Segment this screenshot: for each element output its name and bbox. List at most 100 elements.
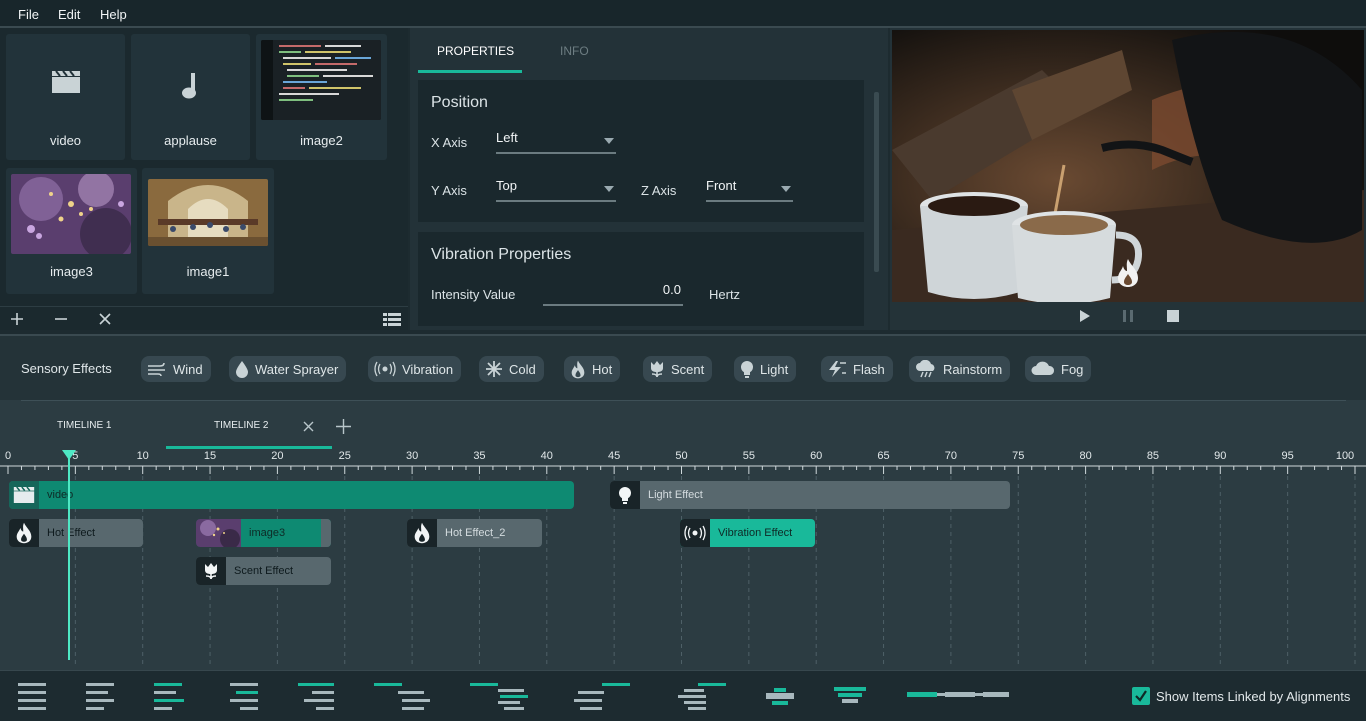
play-icon[interactable]	[1079, 310, 1091, 322]
section-title: Position	[431, 94, 488, 111]
media-item-video[interactable]: video	[6, 34, 125, 160]
tab-info[interactable]: INFO	[560, 44, 589, 58]
z-axis-label: Z Axis	[641, 183, 677, 198]
ruler-tick-label: 10	[136, 450, 149, 462]
clip-label: Light Effect	[648, 489, 703, 501]
align-center-icon[interactable]	[766, 681, 794, 711]
flame-icon	[16, 522, 32, 544]
tab-timeline-2[interactable]: TIMELINE 2	[214, 420, 268, 431]
effect-chip-vibration[interactable]: Vibration	[368, 356, 462, 382]
align-left-ragged-icon[interactable]	[86, 681, 114, 711]
menu-edit[interactable]: Edit	[58, 7, 80, 22]
distribute-stagger-icon[interactable]	[470, 681, 528, 711]
align-left-icon[interactable]	[18, 681, 46, 711]
media-library: video applause image2 image3 image1	[0, 28, 408, 330]
flame-icon	[571, 360, 585, 378]
flame-icon	[414, 522, 430, 544]
ruler-tick-label: 40	[540, 450, 553, 462]
distribute-left-icon[interactable]	[374, 681, 430, 711]
effect-chip-light[interactable]: Light	[734, 356, 797, 382]
distribute-right-stagger-icon[interactable]	[678, 681, 726, 711]
align-middle-icon[interactable]	[834, 681, 866, 711]
remove-icon[interactable]	[54, 312, 68, 326]
stop-icon[interactable]	[1167, 310, 1179, 322]
fresco-thumbnail	[148, 179, 268, 246]
effect-chip-flash[interactable]: Flash	[821, 356, 893, 382]
clip-vibration-effect[interactable]: Vibration Effect	[680, 519, 815, 547]
clip-light-effect[interactable]: Light Effect	[610, 481, 1010, 509]
menu-help[interactable]: Help	[100, 7, 127, 22]
show-linked-checkbox[interactable]	[1132, 687, 1150, 705]
tulip-icon	[651, 361, 663, 378]
close-icon[interactable]	[98, 312, 112, 326]
rainstorm-icon	[916, 360, 935, 378]
playhead[interactable]	[61, 450, 76, 662]
ruler-tick-label: 0	[4, 450, 12, 462]
tab-timeline-1[interactable]: TIMELINE 1	[57, 420, 111, 431]
snowflake-icon	[486, 361, 502, 377]
media-item-label: video	[49, 133, 82, 148]
media-item-image3[interactable]: image3	[6, 168, 137, 294]
clip-scent-effect[interactable]: Scent Effect	[196, 557, 331, 585]
clapperboard-icon	[52, 71, 80, 93]
tab-properties[interactable]: PROPERTIES	[437, 44, 514, 58]
ruler-tick-label: 85	[1146, 450, 1160, 462]
ruler-tick-label: 20	[271, 450, 284, 462]
effect-chip-fog[interactable]: Fog	[1025, 356, 1092, 382]
align-right-highlight-icon[interactable]	[298, 681, 334, 711]
ruler-tick-label: 65	[877, 450, 890, 462]
list-view-icon[interactable]	[383, 313, 401, 326]
z-axis-dropdown[interactable]: Front	[706, 178, 793, 202]
y-axis-label: Y Axis	[431, 183, 467, 198]
clip-hot-effect-2[interactable]: Hot Effect_2	[407, 519, 542, 547]
code-thumbnail	[261, 40, 381, 120]
pause-icon[interactable]	[1122, 310, 1134, 322]
flash-icon	[829, 361, 846, 377]
add-icon[interactable]	[10, 312, 24, 326]
unit-label: Hertz	[709, 287, 741, 302]
effect-chip-hot[interactable]: Hot	[564, 356, 621, 382]
clip-video[interactable]: video	[9, 481, 574, 509]
playback-bar	[890, 302, 1366, 330]
add-tab-icon[interactable]	[336, 419, 351, 434]
menu-bar: File Edit Help	[0, 0, 1366, 28]
effect-chip-scent[interactable]: Scent	[643, 356, 713, 382]
tulip-icon	[205, 563, 217, 580]
effect-chip-water-sprayer[interactable]: Water Sprayer	[229, 356, 347, 382]
ruler-tick-label: 75	[1012, 450, 1025, 462]
menu-file[interactable]: File	[18, 7, 39, 22]
tab-indicator	[166, 446, 332, 449]
media-item-image1[interactable]: image1	[142, 168, 274, 294]
scrollbar[interactable]	[874, 92, 879, 272]
x-axis-dropdown[interactable]: Left	[496, 130, 616, 154]
effect-chip-wind[interactable]: Wind	[141, 356, 211, 382]
ruler-tick-label: 80	[1079, 450, 1092, 462]
ruler-tick-label: 15	[203, 450, 217, 462]
effect-chip-rainstorm[interactable]: Rainstorm	[909, 356, 1011, 382]
ruler-tick-label: 55	[742, 450, 755, 462]
media-item-image2[interactable]: image2	[256, 34, 387, 160]
align-left-highlight-icon[interactable]	[154, 681, 184, 711]
clip-image3[interactable]: image3	[196, 519, 331, 547]
distribute-horizontal-icon[interactable]	[907, 681, 1009, 711]
lavender-thumbnail	[196, 519, 241, 547]
effect-chip-cold[interactable]: Cold	[479, 356, 544, 382]
intensity-input[interactable]: 0.0	[543, 282, 683, 306]
clip-hot-effect[interactable]: Hot Effect	[9, 519, 143, 547]
y-axis-dropdown[interactable]: Top	[496, 178, 616, 202]
water-drop-icon	[236, 361, 248, 378]
close-tab-icon[interactable]	[303, 421, 314, 432]
align-right-icon[interactable]	[230, 681, 258, 711]
light-bulb-icon	[619, 486, 631, 504]
media-item-label: image1	[186, 264, 230, 279]
light-bulb-icon	[741, 360, 753, 378]
lavender-thumbnail	[11, 174, 131, 254]
clip-label: Vibration Effect	[718, 527, 793, 539]
show-linked-label: Show Items Linked by Alignments	[1156, 689, 1351, 704]
ruler-tick-label: 90	[1214, 450, 1227, 462]
wind-icon	[148, 362, 165, 376]
clapperboard-icon	[13, 487, 35, 503]
distribute-right-icon[interactable]	[574, 681, 630, 711]
ruler-tick-label: 35	[473, 450, 486, 462]
media-item-applause[interactable]: applause	[131, 34, 250, 160]
